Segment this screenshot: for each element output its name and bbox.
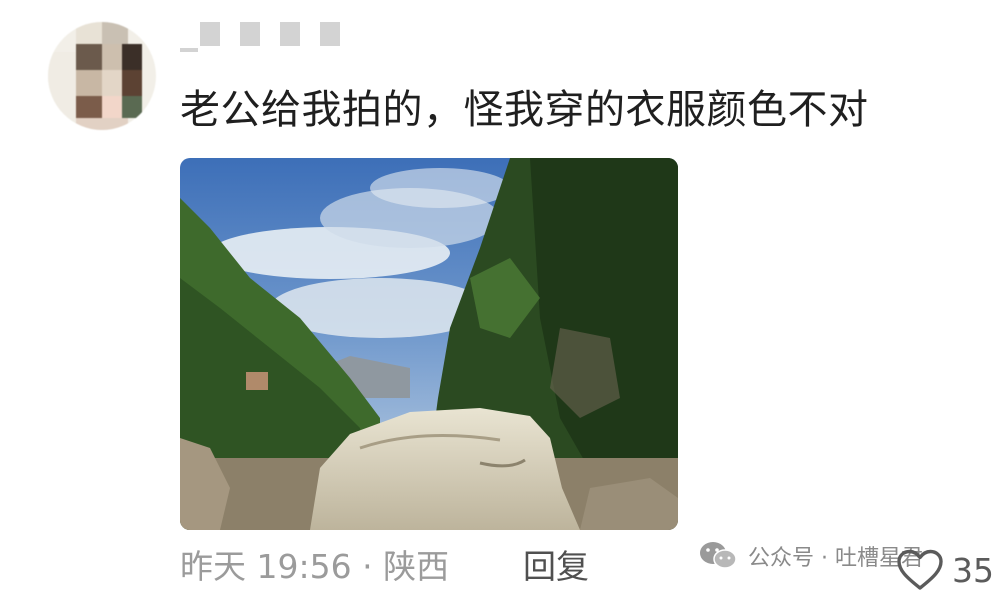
like-button[interactable]: 35: [896, 548, 994, 592]
heart-icon: [897, 549, 943, 590]
comment-text: 老公给我拍的，怪我穿的衣服颜色不对: [180, 87, 869, 133]
username-pixelated[interactable]: [180, 22, 350, 52]
watermark: 公众号 · 吐槽星君: [698, 538, 923, 574]
reply-button[interactable]: 回复: [523, 544, 589, 590]
comment-location: 陕西: [383, 547, 450, 586]
comment-photo[interactable]: [180, 158, 678, 530]
comment-timestamp: 昨天 19:56: [180, 547, 352, 586]
comment-meta: 昨天 19:56 · 陕西: [180, 544, 449, 590]
wechat-icon: [700, 542, 737, 569]
avatar[interactable]: [48, 22, 156, 130]
meta-separator: ·: [362, 547, 373, 586]
like-count: 35: [952, 550, 994, 590]
